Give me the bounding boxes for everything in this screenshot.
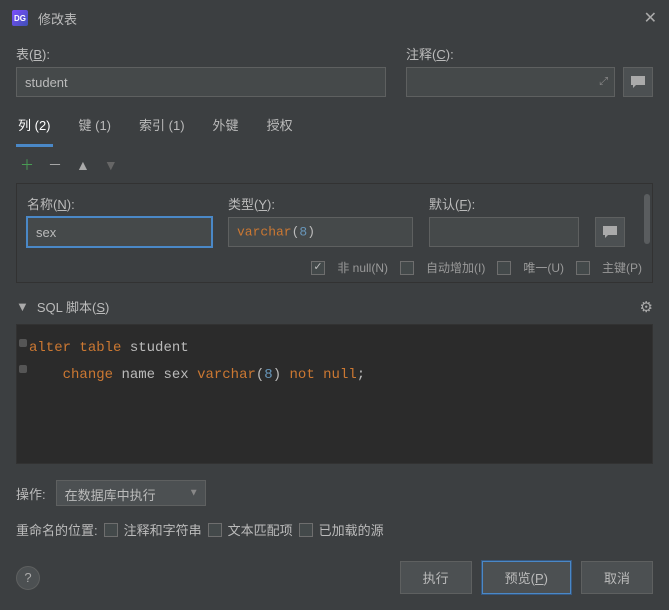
add-icon[interactable]: ＋ — [20, 155, 34, 175]
speech-bubble-icon — [630, 75, 646, 89]
scrollbar[interactable] — [644, 194, 650, 244]
table-name-input[interactable] — [16, 67, 386, 97]
rename-text-checkbox[interactable] — [208, 523, 222, 537]
comment-input[interactable]: ⤢ — [406, 67, 615, 97]
rename-comments-label: 注释和字符串 — [124, 520, 202, 539]
unique-label: 唯一(U) — [523, 259, 564, 276]
rename-comments-checkbox[interactable] — [104, 523, 118, 537]
app-icon: DG — [12, 10, 28, 26]
not-null-label: 非 null(N) — [337, 259, 388, 276]
execute-button[interactable]: 执行 — [400, 561, 472, 594]
rename-loaded-label: 已加载的源 — [319, 520, 384, 539]
tab-indexes[interactable]: 索引 (1) — [137, 109, 187, 147]
expand-icon[interactable]: ⤢ — [599, 76, 608, 89]
rename-label: 重命名的位置: — [16, 520, 98, 539]
move-up-icon[interactable]: ▲ — [76, 157, 90, 173]
not-null-checkbox[interactable] — [311, 261, 325, 275]
columns-panel: 名称(N): 类型(Y): varchar(8) 默认(F): 非 null(N… — [16, 183, 653, 283]
type-label: 类型(Y): — [228, 194, 413, 213]
primary-checkbox[interactable] — [576, 261, 590, 275]
name-label: 名称(N): — [27, 194, 212, 213]
script-label: SQL 脚本(S) — [37, 297, 110, 316]
chevron-down-icon: ▼ — [189, 488, 199, 499]
move-down-icon[interactable]: ▼ — [104, 157, 118, 173]
default-label: 默认(F): — [429, 194, 579, 213]
cancel-button[interactable]: 取消 — [581, 561, 653, 594]
column-default-input[interactable] — [429, 217, 579, 247]
default-comment-button[interactable] — [595, 217, 625, 247]
tabs: 列 (2) 键 (1) 索引 (1) 外键 授权 — [16, 109, 653, 147]
action-label: 操作: — [16, 484, 46, 503]
help-button[interactable]: ? — [16, 566, 40, 590]
tab-columns[interactable]: 列 (2) — [16, 109, 53, 147]
auto-inc-checkbox[interactable] — [400, 261, 414, 275]
action-select[interactable]: 在数据库中执行 ▼ — [56, 480, 206, 506]
primary-label: 主键(P) — [602, 259, 642, 276]
unique-checkbox[interactable] — [497, 261, 511, 275]
table-label: 表(B): — [16, 44, 386, 63]
sql-editor[interactable]: alter table student change name sex varc… — [16, 324, 653, 464]
comment-label: 注释(C): — [406, 44, 653, 63]
rename-loaded-checkbox[interactable] — [299, 523, 313, 537]
column-type-input[interactable]: varchar(8) — [228, 217, 413, 247]
tab-grants[interactable]: 授权 — [265, 109, 295, 147]
remove-icon[interactable]: － — [48, 155, 62, 175]
tab-keys[interactable]: 键 (1) — [77, 109, 114, 147]
comment-button[interactable] — [623, 67, 653, 97]
close-icon[interactable]: ✕ — [644, 8, 657, 28]
gutter-marker — [19, 339, 27, 347]
preview-button[interactable]: 预览(P) — [482, 561, 571, 594]
rename-text-label: 文本匹配项 — [228, 520, 293, 539]
gear-icon[interactable]: ⚙ — [640, 298, 653, 316]
gutter-marker — [19, 365, 27, 373]
speech-bubble-icon — [602, 225, 618, 239]
column-name-input[interactable] — [27, 217, 212, 247]
tab-foreign-keys[interactable]: 外键 — [211, 109, 241, 147]
auto-inc-label: 自动增加(I) — [426, 259, 485, 276]
dialog-title: 修改表 — [38, 9, 77, 28]
collapse-icon[interactable]: ▼ — [16, 299, 29, 314]
